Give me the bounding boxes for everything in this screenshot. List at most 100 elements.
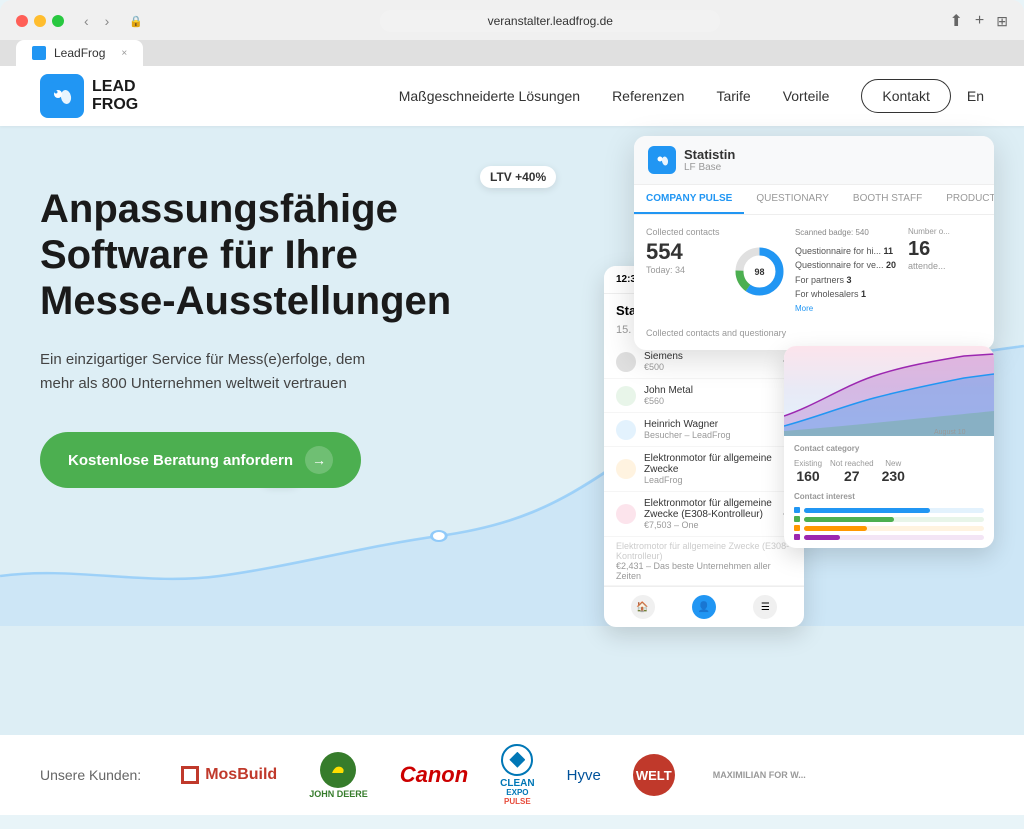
tab-booth-staff[interactable]: BOOTH STAFF xyxy=(841,185,934,214)
tab-production[interactable]: PRODUCTION xyxy=(934,185,994,214)
list-item[interactable]: Elektronmotor für allgemeine Zwecke Lead… xyxy=(604,447,804,492)
app-company-name: Statistin xyxy=(684,147,735,162)
cleanexpo-logo: CLEAN EXPO PULSE xyxy=(500,744,534,807)
bar-dot-4 xyxy=(794,534,800,540)
cta-label: Kostenlose Beratung anfordern xyxy=(68,452,293,469)
pulse-text: PULSE xyxy=(500,798,534,807)
item-name-4: Elektronmotor für allgemeine Zwecke xyxy=(644,453,792,475)
item-name-2: John Metal xyxy=(644,385,693,396)
mosbuild-logo: MosBuild xyxy=(181,766,277,784)
cta-button[interactable]: Kostenlose Beratung anfordern → xyxy=(40,432,361,488)
forward-button[interactable]: › xyxy=(101,11,114,31)
number-stat: Number o... 16 attende... xyxy=(908,227,982,316)
contact-category-label: Contact category xyxy=(794,444,984,453)
analytics-chart-area: August 10 xyxy=(784,346,994,436)
maximize-button[interactable] xyxy=(52,15,64,27)
bar-fill-2 xyxy=(804,517,894,522)
logo-text: LEAD FROG xyxy=(92,78,138,113)
hyve-circle: WELT xyxy=(633,754,675,796)
new-value: 230 xyxy=(882,468,905,484)
existing-value: 160 xyxy=(794,468,822,484)
browser-toolbar-icons: ⬆ + ⊞ xyxy=(950,11,1008,31)
collected-contacts-stat: Collected contacts 554 Today: 34 xyxy=(646,227,720,316)
nav-link-vorteile[interactable]: Vorteile xyxy=(783,88,830,104)
more-link[interactable]: More xyxy=(795,303,896,316)
deere-icon xyxy=(320,752,356,788)
bar-fill-3 xyxy=(804,526,867,531)
interest-bar-3 xyxy=(794,525,984,531)
tab-title: LeadFrog xyxy=(54,46,105,60)
analytics-chart-svg: August 10 xyxy=(784,346,994,436)
donut-section: 98 Scanned badge: 540 Questionnaire for … xyxy=(732,227,896,316)
mobile-list: Siemens €500 ⋯ John Metal €560 xyxy=(604,345,804,586)
list-item[interactable]: Heinrich Wagner Besucher – LeadFrog P xyxy=(604,413,804,447)
item-sub-5: €7,503 – One xyxy=(644,520,774,530)
not-reached-value: 27 xyxy=(830,468,874,484)
bar-fill-1 xyxy=(804,508,930,513)
ltv-plus-label: LTV +40% xyxy=(480,166,556,188)
app-screenshots-container: Statistin LF Base COMPANY PULSE QUESTION… xyxy=(634,136,994,350)
language-selector[interactable]: En xyxy=(967,88,984,104)
collected-value: 554 xyxy=(646,239,720,265)
contact-stats-row: Existing 160 Not reached 27 New 230 xyxy=(794,459,984,484)
item-sub-3: Besucher – LeadFrog xyxy=(644,430,731,440)
not-reached-label: Not reached xyxy=(830,459,874,468)
contacts-nav-icon[interactable]: 👤 xyxy=(692,595,716,619)
address-bar[interactable] xyxy=(380,10,720,32)
extensions-icon[interactable]: ⊞ xyxy=(996,13,1008,30)
close-button[interactable] xyxy=(16,15,28,27)
list-item[interactable]: John Metal €560 xyxy=(604,379,804,413)
welt-logo: MAXIMILIAN FOR W... xyxy=(707,770,806,780)
back-button[interactable]: ‹ xyxy=(80,11,93,31)
hero-content: Anpassungsfähige Software für Ihre Messe… xyxy=(40,186,480,586)
logo[interactable]: LEAD FROG xyxy=(40,74,138,118)
cta-arrow-icon: → xyxy=(305,446,333,474)
item-name-5: Elektronmotor für allgemeine Zwecke (E30… xyxy=(644,498,774,520)
home-nav-icon[interactable]: 🏠 xyxy=(631,595,655,619)
q-item-2: Questionnaire for ve... 20 xyxy=(795,258,896,272)
customers-label: Unsere Kunden: xyxy=(40,767,141,783)
number-sub: attende... xyxy=(908,261,982,271)
browser-tab[interactable]: LeadFrog × xyxy=(16,40,143,66)
tab-company-pulse[interactable]: COMPANY PULSE xyxy=(634,185,744,214)
syngenta-logo: Hyve xyxy=(567,767,601,784)
new-label: New xyxy=(882,459,905,468)
share-icon[interactable]: ⬆ xyxy=(950,11,963,31)
interest-bar-4 xyxy=(794,534,984,540)
item-name-1: Siemens xyxy=(644,351,683,362)
cleanexpo-icon xyxy=(501,744,533,776)
q-item-4: For wholesalers 1 xyxy=(795,287,896,301)
navigation: LEAD FROG Maßgeschneiderte Lösungen Refe… xyxy=(0,66,1024,126)
list-item[interactable]: Elektronmotor für allgemeine Zwecke (E30… xyxy=(604,492,804,537)
app-logo xyxy=(648,146,676,174)
nav-link-solutions[interactable]: Maßgeschneiderte Lösungen xyxy=(399,88,580,104)
nav-link-tarife[interactable]: Tarife xyxy=(716,88,750,104)
tab-close[interactable]: × xyxy=(121,48,127,59)
list-item[interactable]: Elektromotor für allgemeine Zwecke (E308… xyxy=(604,537,804,586)
minimize-button[interactable] xyxy=(34,15,46,27)
main-dashboard-screen: Statistin LF Base COMPANY PULSE QUESTION… xyxy=(634,136,994,350)
item-sub-6: €2,431 – Das beste Unternehmen aller Zei… xyxy=(616,561,792,581)
item-name-6: Elektromotor für allgemeine Zwecke (E308… xyxy=(616,541,792,561)
tab-favicon xyxy=(32,46,46,60)
profile-nav-icon[interactable]: ☰ xyxy=(753,595,777,619)
number-value: 16 xyxy=(908,238,982,261)
logo-icon xyxy=(40,74,84,118)
app-tabs: COMPANY PULSE QUESTIONARY BOOTH STAFF PR… xyxy=(634,185,994,215)
nav-link-references[interactable]: Referenzen xyxy=(612,88,684,104)
app-header: Statistin LF Base xyxy=(634,136,994,185)
item-sub-2: €560 xyxy=(644,396,693,406)
interest-bars xyxy=(794,507,984,540)
traffic-lights xyxy=(16,15,64,27)
collected-today: Today: 34 xyxy=(646,265,720,275)
app-dashboard-content: Collected contacts 554 Today: 34 98 xyxy=(634,215,994,350)
not-reached-stat: Not reached 27 xyxy=(830,459,874,484)
q-item-1: Questionnaire for hi... 11 xyxy=(795,244,896,258)
questionnaire-stats: Scanned badge: 540 Questionnaire for hi.… xyxy=(795,227,896,316)
contact-button[interactable]: Kontakt xyxy=(861,79,950,113)
tab-questionary[interactable]: QUESTIONARY xyxy=(744,185,841,214)
new-tab-icon[interactable]: + xyxy=(975,12,984,30)
contact-category: Contact category Existing 160 Not reache… xyxy=(784,436,994,548)
john-deere-logo: JOHN DEERE xyxy=(309,752,368,799)
hyve-logo: WELT xyxy=(633,754,675,796)
